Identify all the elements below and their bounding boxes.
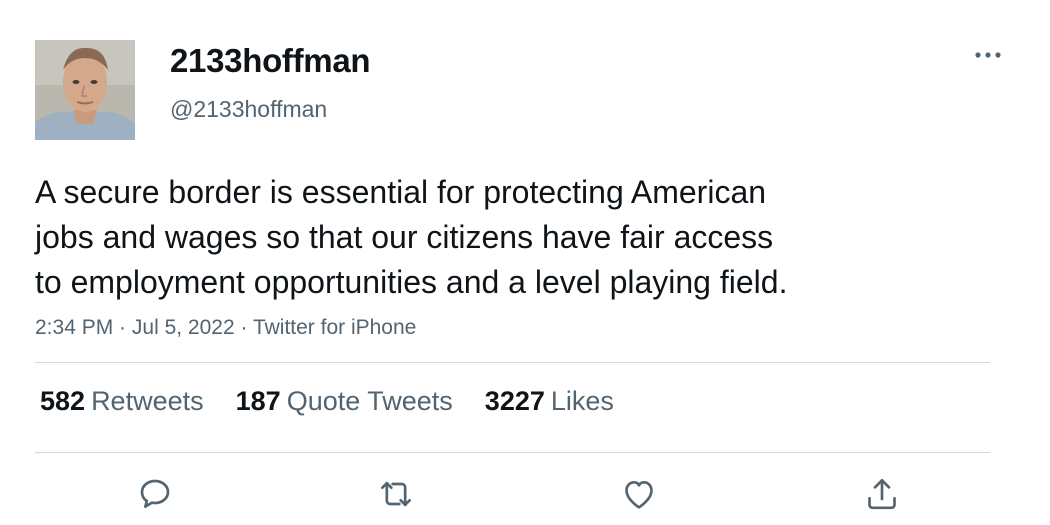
more-horizontal-icon [975,52,1001,58]
likes-stat[interactable]: 3227 Likes [485,386,614,417]
more-options-button[interactable] [968,40,1008,70]
heart-icon [625,481,653,509]
engagement-stats: 582 Retweets 187 Quote Tweets 3227 Likes [40,386,646,417]
likes-label: Likes [550,386,614,416]
avatar-photo [35,40,135,140]
quote-tweets-label: Quote Tweets [286,386,453,416]
reply-icon [140,479,170,508]
display-name[interactable]: 2133hoffman [170,42,371,80]
reply-button[interactable] [133,472,177,516]
likes-count: 3227 [484,386,545,416]
retweet-button[interactable] [374,472,418,516]
tweet-time[interactable]: 2:34 PM [35,316,113,339]
quote-tweets-count: 187 [235,386,281,416]
avatar[interactable] [35,40,135,140]
tweet-metadata: 2:34 PM · Jul 5, 2022 · Twitter for iPho… [35,316,416,340]
retweets-count: 582 [40,386,86,416]
divider [35,452,990,453]
retweets-stat[interactable]: 582 Retweets [40,386,204,417]
user-handle: @2133hoffman [170,96,328,122]
share-icon [868,479,896,510]
meta-separator: · [234,316,253,339]
share-button[interactable] [860,472,904,516]
tweet-date[interactable]: Jul 5, 2022 [132,316,235,339]
quote-tweets-stat[interactable]: 187 Quote Tweets [236,386,453,417]
meta-separator: · [113,316,132,339]
tweet-card: 2133hoffman @2133hoffman A secure border… [0,0,1050,525]
tweet-source[interactable]: Twitter for iPhone [253,316,416,339]
like-button[interactable] [617,472,661,516]
retweet-icon [381,481,411,507]
retweets-label: Retweets [91,386,204,416]
tweet-text: A secure border is essential for protect… [35,174,788,300]
divider [35,362,990,363]
